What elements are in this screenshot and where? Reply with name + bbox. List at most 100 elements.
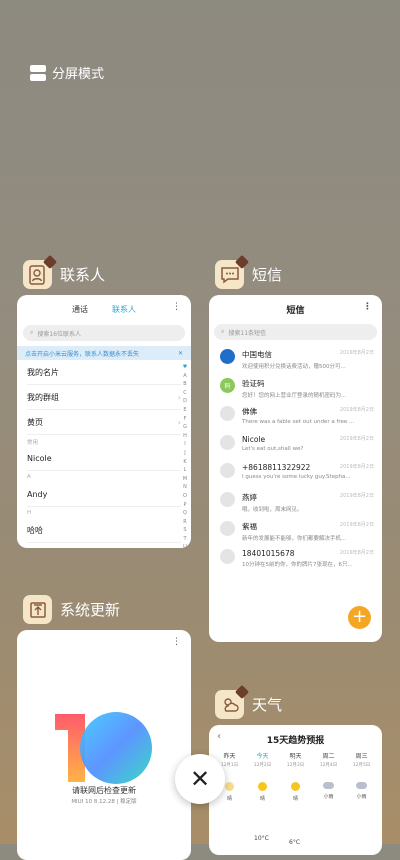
sms-preview: 新年的发展能不能够，你们都要解决手机...: [242, 535, 347, 542]
sms-sender: 验证码: [242, 378, 265, 388]
alphabet-letter[interactable]: J: [181, 449, 189, 458]
tab-calls[interactable]: 通话: [72, 304, 88, 320]
update-card[interactable]: ⋮ 请联网后检查更新 MIUI 10 8.12.28 | 稳定版: [17, 630, 191, 860]
alphabet-letter[interactable]: T: [181, 535, 189, 544]
forecast-condition: 小雨: [313, 782, 345, 802]
alphabet-letter[interactable]: B: [181, 380, 189, 389]
sms-time: 2019年8月2日: [339, 521, 374, 528]
sms-list-item[interactable]: 中国电信 2019年8月2日 欢迎使用积分兑换话费活动，赠500分可...: [209, 346, 382, 375]
contacts-app-label[interactable]: 联系人: [23, 254, 106, 289]
group-header: H: [27, 510, 32, 516]
sms-app-label[interactable]: 短信: [215, 254, 282, 289]
group-header: 常用: [27, 440, 39, 446]
contacts-app-name: 联系人: [60, 266, 106, 284]
alphabet-letter[interactable]: K: [181, 458, 189, 467]
weather-app-label[interactable]: 天气: [215, 684, 282, 719]
alphabet-letter[interactable]: L: [181, 466, 189, 475]
sms-header: 18401015678 2019年8月2日: [242, 549, 374, 558]
alphabet-letter[interactable]: R: [181, 518, 189, 527]
more-icon[interactable]: ⋮: [363, 302, 372, 312]
sun-icon: [225, 782, 234, 791]
sms-list-item[interactable]: Nicole 2019年8月2日 Let's eat out,shall we?: [209, 432, 382, 461]
alphabet-letter[interactable]: F: [181, 415, 189, 424]
sms-list-item[interactable]: 佛佛 2019年8月2日 There was a fable set out und…: [209, 403, 382, 432]
update-status: 请联网后检查更新: [72, 786, 136, 795]
sms-card[interactable]: 短信 ⋮ ⌕ 搜索11条短信 中国电信 2019年8月2日 欢迎使用积分兑换话费活动，…: [209, 295, 382, 642]
sms-time: 2019年8月2日: [339, 435, 374, 442]
forecast-day: 周三 12月5日: [346, 751, 378, 768]
sun-icon: [291, 782, 300, 791]
alphabet-letter[interactable]: H: [181, 432, 189, 441]
alphabet-letter[interactable]: ♥: [181, 363, 189, 372]
weather-card[interactable]: ‹ 15天趋势预报 昨天 12月1日 今天 12月2日 明天 12月3日 周二 12月4日 周三 1…: [209, 725, 382, 855]
sms-list: 中国电信 2019年8月2日 欢迎使用积分兑换话费活动，赠500分可... 码验证码您…: [209, 346, 382, 575]
forecast-conditions: 晴 晴 晴 小雨 小雨: [209, 768, 382, 802]
avatar: [220, 434, 235, 450]
day-date: 12月5日: [352, 763, 371, 768]
forecast-days: 昨天 12月1日 今天 12月2日 明天 12月3日 周二 12月4日 周三 12月5日: [209, 751, 382, 768]
alphabet-letter[interactable]: Q: [181, 509, 189, 518]
group-header: A: [27, 474, 31, 480]
tab-contacts[interactable]: 联系人: [112, 304, 136, 320]
sms-list-item[interactable]: +8618811322922 2019年8月2日 I guess you're so…: [209, 460, 382, 489]
avatar: [220, 406, 235, 422]
my-groups-row[interactable]: 我的群组 ›: [27, 385, 181, 410]
sms-sender: 佛佛: [242, 407, 257, 417]
my-card-row[interactable]: 我的名片: [27, 360, 181, 385]
split-screen-label: 分屏模式: [52, 67, 105, 82]
sms-sender: +8618811322922: [242, 463, 311, 473]
close-icon[interactable]: ✕: [178, 350, 183, 357]
alphabet-letter[interactable]: A: [181, 372, 189, 381]
sms-time: 2019年8月2日: [339, 550, 374, 557]
alphabet-letter[interactable]: P: [181, 501, 189, 510]
alphabet-index[interactable]: ♥ABCDEFGHIJKLMNOPQRSTUVWXYZ#: [181, 363, 189, 548]
alphabet-letter[interactable]: S: [181, 526, 189, 535]
day-label: 昨天: [223, 753, 236, 760]
weather-app-icon: [215, 684, 250, 719]
alphabet-letter[interactable]: M: [181, 475, 189, 484]
sms-list-item[interactable]: 燕婷 2019年8月2日 哦，收到啦，周末网见。: [209, 489, 382, 518]
condition-label: 小雨: [356, 794, 367, 800]
alphabet-letter[interactable]: U: [181, 543, 189, 548]
update-version: MIUI 10 8.12.28 | 稳定版: [71, 799, 137, 805]
more-icon[interactable]: ⋮: [172, 302, 181, 312]
avatar: 码: [220, 377, 235, 393]
alphabet-letter[interactable]: O: [181, 492, 189, 501]
alphabet-letter[interactable]: C: [181, 389, 189, 398]
list-item[interactable]: 哈哈: [27, 518, 181, 543]
condition-label: 晴: [292, 796, 298, 802]
yellow-pages-row[interactable]: 黄页 ›: [27, 410, 181, 435]
sms-header: 紫福 2019年8月2日: [242, 521, 374, 532]
day-label: 明天: [289, 753, 302, 760]
back-icon[interactable]: ‹: [217, 731, 221, 742]
update-app-label[interactable]: 系统更新: [23, 595, 120, 624]
sms-list-item[interactable]: 紫福 2019年8月2日新年的发展能不能够，你们都要解决手机...: [209, 518, 382, 547]
sms-time: 2019年8月2日: [339, 464, 374, 471]
alphabet-letter[interactable]: G: [181, 423, 189, 432]
list-item[interactable]: Nicole: [27, 446, 181, 471]
sms-text: +8618811322922 2019年8月2日 I guess you're so…: [242, 463, 374, 480]
more-icon[interactable]: ⋮: [172, 637, 181, 647]
cloud-banner[interactable]: 点击开启小米云服务，联系人数据永不丢失 ✕: [17, 346, 191, 360]
forecast-condition: 晴: [280, 782, 312, 802]
list-item[interactable]: Andy: [27, 482, 181, 507]
sms-list-item[interactable]: 18401015678 2019年8月2日 10分钟在5前的你，你的牌片7张现在，6…: [209, 546, 382, 575]
update-app-icon: [23, 595, 52, 624]
sms-title: 短信: [286, 306, 305, 316]
close-all-button[interactable]: ✕: [175, 754, 225, 804]
alphabet-letter[interactable]: E: [181, 406, 189, 415]
split-screen-icon: [30, 64, 46, 81]
forecast-day: 周二 12月4日: [313, 751, 345, 768]
contacts-card[interactable]: 通话 联系人 ⋮ ⌕ 搜索16位联系人 点击开启小米云服务，联系人数据永不丢失 …: [17, 295, 191, 548]
sms-sender: 燕婷: [242, 492, 257, 502]
sms-list-item[interactable]: 码验证码 您好！您的网上营业厅登录的随机密码为...: [209, 375, 382, 404]
split-screen-button[interactable]: 分屏模式: [30, 63, 104, 82]
alphabet-letter[interactable]: I: [181, 440, 189, 449]
sms-search-input[interactable]: ⌕ 搜索11条短信: [214, 324, 377, 340]
sms-text: 验证码 您好！您的网上营业厅登录的随机密码为...: [242, 378, 374, 399]
compose-button[interactable]: +: [348, 606, 371, 629]
contacts-search-input[interactable]: ⌕ 搜索16位联系人: [23, 325, 185, 341]
alphabet-letter[interactable]: N: [181, 483, 189, 492]
alphabet-letter[interactable]: D: [181, 397, 189, 406]
temp-low: 6°C: [289, 839, 301, 846]
